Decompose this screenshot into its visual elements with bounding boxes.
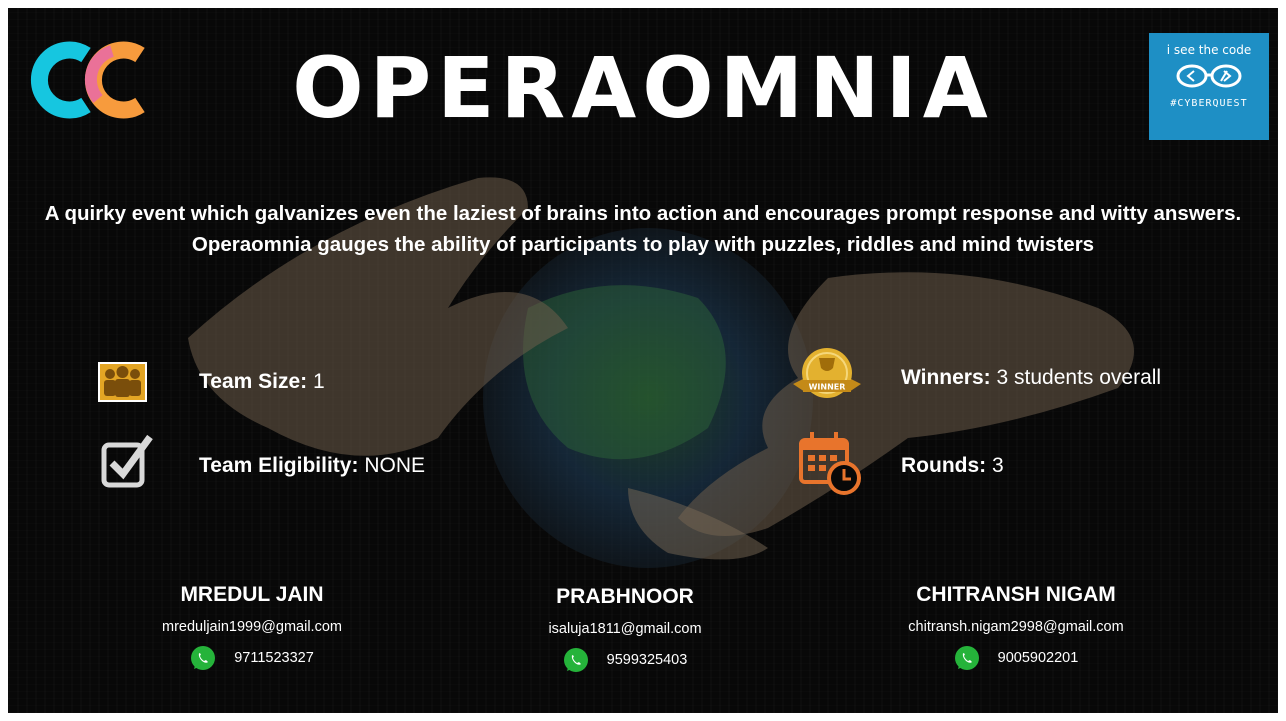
team-icon: [98, 362, 147, 402]
calendar-clock-icon: [799, 432, 861, 495]
contact-name: MREDUL JAIN: [180, 583, 324, 606]
rounds-value: 3: [992, 454, 1004, 477]
whatsapp-icon: [191, 646, 216, 670]
contact-phone-row: 9005902201: [866, 645, 1166, 671]
event-slide: OPERAOMNIA i see the code #CYBERQUEST A …: [8, 8, 1278, 713]
checkbox-icon: [101, 434, 153, 488]
team-size-info: Team Size: 1: [199, 370, 325, 394]
whatsapp-icon: [563, 648, 588, 672]
winners-value: 3 students overall: [996, 366, 1162, 389]
team-size-label: Team Size:: [199, 370, 308, 393]
eligibility-value: NONE: [364, 454, 425, 477]
contact-card: CHITRANSH NIGAM chitransh.nigam2998@gmai…: [866, 583, 1166, 671]
eligibility-label: Team Eligibility:: [199, 454, 359, 477]
contact-email[interactable]: chitransh.nigam2998@gmail.com: [866, 619, 1166, 635]
contact-name: CHITRANSH NIGAM: [916, 583, 1116, 606]
logo-hashtag: #CYBERQUEST: [1170, 98, 1248, 109]
logo-tagline: i see the code: [1166, 43, 1252, 57]
contact-name: PRABHNOOR: [556, 585, 694, 608]
contact-phone[interactable]: 9599325403: [607, 652, 688, 668]
rounds-label: Rounds:: [901, 454, 987, 477]
winners-info: Winners: 3 students overall: [901, 366, 1161, 390]
winners-label: Winners:: [901, 366, 991, 389]
eligibility-info: Team Eligibility: NONE: [199, 454, 425, 478]
contact-email[interactable]: isaluja1811@gmail.com: [475, 621, 775, 637]
contact-card: PRABHNOOR isaluja1811@gmail.com 95993254…: [475, 585, 775, 673]
contact-email[interactable]: mreduljain1999@gmail.com: [102, 619, 402, 635]
winner-medal-icon: WINNER: [793, 348, 861, 398]
cyberquest-logo: i see the code #CYBERQUEST: [1149, 33, 1269, 140]
contact-phone-row: 9599325403: [475, 647, 775, 673]
whatsapp-icon: [954, 646, 979, 670]
contact-phone[interactable]: 9711523327: [234, 650, 314, 666]
contact-phone[interactable]: 9005902201: [998, 650, 1079, 666]
glasses-icon: [1176, 64, 1242, 88]
rounds-info: Rounds: 3: [901, 454, 1004, 478]
team-size-value: 1: [313, 370, 325, 393]
page-title: OPERAOMNIA: [292, 39, 994, 137]
contact-card: MREDUL JAIN mreduljain1999@gmail.com 971…: [102, 583, 402, 671]
winner-badge-text: WINNER: [809, 383, 846, 392]
event-description: A quirky event which galvanizes even the…: [44, 202, 1242, 256]
contact-phone-row: 9711523327: [102, 645, 402, 671]
